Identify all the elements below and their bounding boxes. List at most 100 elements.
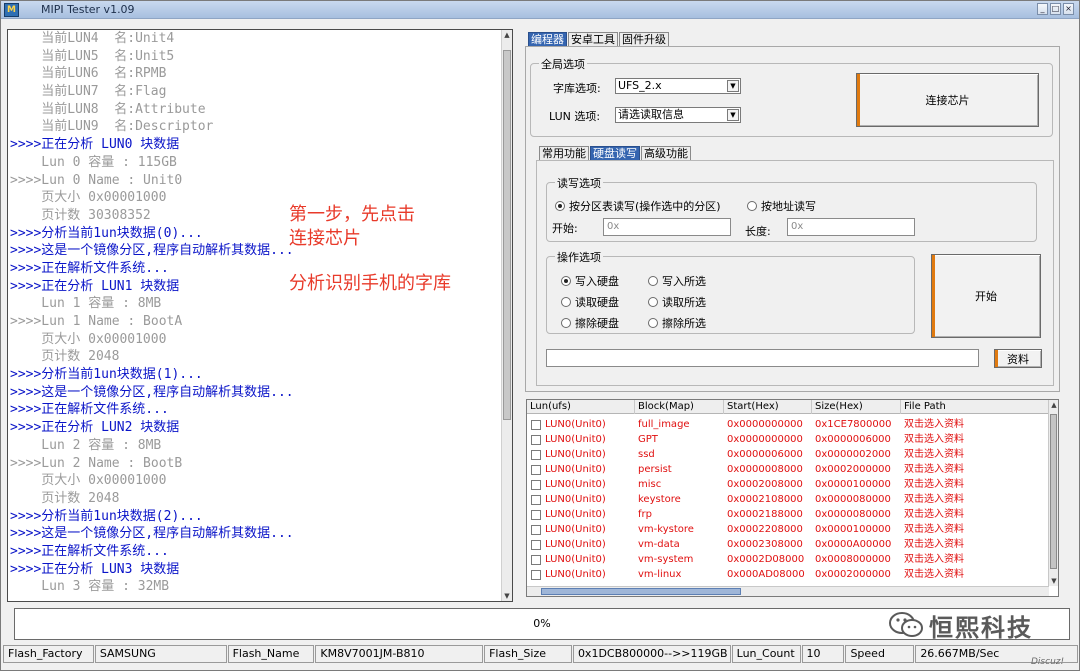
tab-common-functions[interactable]: 常用功能 [539, 146, 589, 160]
browse-data-label: 资料 [1007, 352, 1029, 366]
tab-firmware-upgrade[interactable]: 固件升级 [619, 32, 669, 46]
table-row[interactable]: LUN0(Unit0) GPT 0x0000000000 0x0000006000 双击… [527, 432, 1049, 447]
table-row[interactable]: LUN0(Unit0) frp 0x0002188000 0x0000080000 双击… [527, 507, 1049, 522]
radio-erase-disk[interactable]: 擦除硬盘 [561, 315, 619, 331]
header-size[interactable]: Size(Hex) [812, 400, 901, 414]
table-cell: frp [638, 509, 652, 520]
tab-android-tools[interactable]: 安卓工具 [568, 32, 618, 46]
radio-erase-selected[interactable]: 擦除所选 [648, 315, 706, 331]
row-checkbox[interactable] [531, 465, 541, 475]
row-checkbox[interactable] [531, 495, 541, 505]
row-checkbox[interactable] [531, 435, 541, 445]
table-row[interactable]: LUN0(Unit0) vm-linux 0x000AD08000 0x0002000… [527, 567, 1049, 582]
partition-table[interactable]: Lun(ufs) Block(Map) Start(Hex) Size(Hex)… [526, 399, 1059, 597]
row-checkbox[interactable] [531, 555, 541, 565]
table-cell: LUN0(Unit0) [545, 449, 606, 460]
header-start[interactable]: Start(Hex) [724, 400, 812, 414]
library-combo[interactable]: UFS_2.x ▼ [615, 78, 741, 94]
log-line: >>>>分析当前1un块数据(1)... [10, 367, 203, 383]
annotation-step1-line1: 第一步，先点击 [289, 204, 415, 225]
table-cell: 0x0000006000 [727, 449, 803, 460]
radio-partition-label: 按分区表读写(操作选中的分区) [569, 200, 721, 213]
table-vscroll-thumb[interactable] [1050, 414, 1057, 569]
log-line: 当前LUN5 名:Unit5 [10, 48, 175, 64]
read-disk-label: 读取硬盘 [575, 296, 619, 309]
minimize-button[interactable]: _ [1037, 3, 1048, 15]
row-checkbox[interactable] [531, 540, 541, 550]
log-line: >>>>正在解析文件系统... [10, 402, 169, 418]
log-line: 页大小 0x00001000 [10, 473, 167, 489]
chevron-down-icon[interactable]: ▼ [727, 109, 739, 121]
table-cell: 双击选入资料 [904, 464, 964, 475]
table-row[interactable]: LUN0(Unit0) persist 0x0000008000 0x00020000… [527, 462, 1049, 477]
start-address-input[interactable]: 0x [603, 218, 731, 236]
connect-chip-button[interactable]: 连接芯片 [856, 73, 1039, 127]
close-button[interactable]: × [1063, 3, 1074, 15]
table-cell: 0x0002000000 [815, 464, 891, 475]
log-line: 当前LUN6 名:RPMB [10, 66, 167, 82]
progress-text: 0% [533, 617, 551, 630]
table-cell: 双击选入资料 [904, 479, 964, 490]
log-panel[interactable]: 当前LUN4 名:Unit4 当前LUN5 名:Unit5 当前LUN6 名:R… [7, 29, 513, 602]
start-button-label: 开始 [975, 290, 997, 303]
table-row[interactable]: LUN0(Unit0) vm-data 0x0002308000 0x0000A000… [527, 537, 1049, 552]
table-cell: ssd [638, 449, 655, 460]
scroll-up-icon[interactable]: ▲ [502, 30, 512, 40]
radio-read-selected[interactable]: 读取所选 [648, 294, 706, 310]
log-scroll-thumb[interactable] [503, 50, 511, 420]
header-block[interactable]: Block(Map) [635, 400, 724, 414]
log-scrollbar[interactable]: ▲ ▼ [501, 30, 512, 601]
file-path-input[interactable] [546, 349, 979, 367]
start-button[interactable]: 开始 [931, 254, 1041, 338]
row-checkbox[interactable] [531, 450, 541, 460]
wechat-icon [889, 612, 923, 637]
browse-data-button[interactable]: 资料 [994, 349, 1042, 368]
table-row[interactable]: LUN0(Unit0) keystore 0x0002108000 0x0000080… [527, 492, 1049, 507]
table-cell: LUN0(Unit0) [545, 509, 606, 520]
table-cell: 0x0002308000 [727, 539, 803, 550]
table-row[interactable]: LUN0(Unit0) vm-system 0x0002D08000 0x000800… [527, 552, 1049, 567]
radio-address-rw[interactable]: 按地址读写 [747, 198, 816, 214]
table-row[interactable]: LUN0(Unit0) vm-kystore 0x0002208000 0x00001… [527, 522, 1049, 537]
row-checkbox[interactable] [531, 525, 541, 535]
scroll-up-icon[interactable]: ▲ [1049, 400, 1058, 410]
table-horizontal-scrollbar[interactable] [527, 586, 1049, 596]
table-vertical-scrollbar[interactable]: ▲ ▼ [1048, 400, 1058, 586]
scroll-down-icon[interactable]: ▼ [502, 591, 512, 601]
row-checkbox[interactable] [531, 480, 541, 490]
lun-label: LUN 选项: [549, 110, 601, 123]
log-line: 当前LUN8 名:Attribute [10, 101, 206, 117]
radio-unselected-icon [747, 201, 757, 211]
tab-disk-readwrite[interactable]: 硬盘读写 [590, 146, 640, 160]
tab-advanced-functions[interactable]: 高级功能 [641, 146, 691, 160]
radio-write-selected[interactable]: 写入所选 [648, 273, 706, 289]
log-line: >>>>这是一个镜像分区,程序自动解析其数据... [10, 526, 294, 542]
scroll-down-icon[interactable]: ▼ [1049, 576, 1058, 586]
annotation-step2: 分析识别手机的字库 [289, 273, 451, 294]
header-file-path[interactable]: File Path [901, 400, 1051, 414]
log-line: >>>>正在分析 LUN3 块数据 [10, 561, 180, 577]
radio-write-disk[interactable]: 写入硬盘 [561, 273, 619, 289]
row-checkbox[interactable] [531, 510, 541, 520]
table-row[interactable]: LUN0(Unit0) full_image 0x0000000000 0x1CE78… [527, 417, 1049, 432]
lun-combo[interactable]: 请选读取信息 ▼ [615, 107, 741, 123]
flash-size-label: Flash_Size [484, 645, 572, 663]
maximize-button[interactable]: □ [1050, 3, 1061, 15]
tab-programmer[interactable]: 编程器 [528, 32, 567, 46]
radio-read-disk[interactable]: 读取硬盘 [561, 294, 619, 310]
header-lun[interactable]: Lun(ufs) [527, 400, 635, 414]
watermark: 恒熙科技 [889, 605, 1059, 645]
row-checkbox[interactable] [531, 570, 541, 580]
table-cell: 双击选入资料 [904, 419, 964, 430]
length-input[interactable]: 0x [787, 218, 915, 236]
table-cell: vm-system [638, 554, 694, 565]
chevron-down-icon[interactable]: ▼ [727, 80, 739, 92]
table-cell: vm-data [638, 539, 680, 550]
row-checkbox[interactable] [531, 420, 541, 430]
table-row[interactable]: LUN0(Unit0) ssd 0x0000006000 0x0000002000 双击… [527, 447, 1049, 462]
length-label: 长度: [745, 225, 771, 238]
table-cell: 0x0000006000 [815, 434, 891, 445]
table-row[interactable]: LUN0(Unit0) misc 0x0002008000 0x0000100000 双… [527, 477, 1049, 492]
table-hscroll-thumb[interactable] [541, 588, 741, 595]
radio-partition-rw[interactable]: 按分区表读写(操作选中的分区) [555, 198, 721, 214]
